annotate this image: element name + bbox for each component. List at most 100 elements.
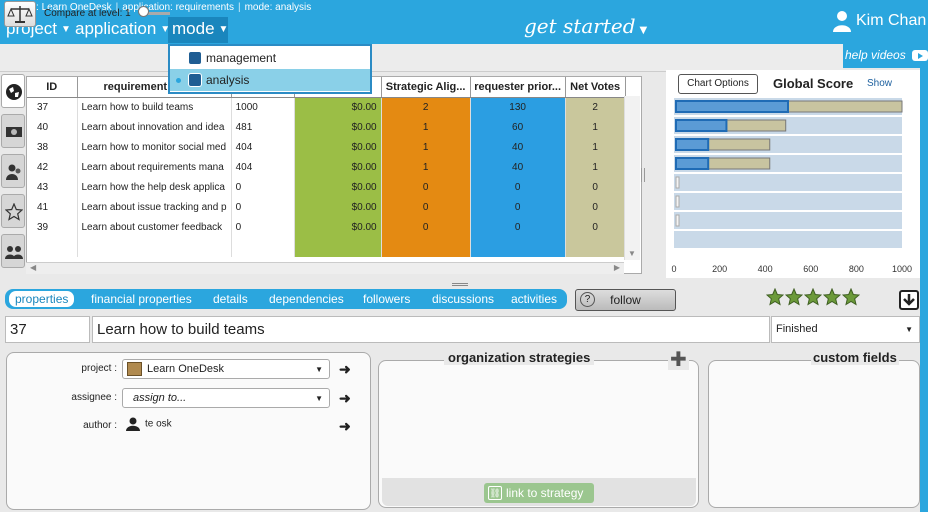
cell-strategic-alignment[interactable]: 1 [381,157,471,177]
go-to-assignee-icon[interactable]: ➜ [339,390,351,407]
cell-score[interactable]: 404 [231,157,295,177]
tab-followers[interactable]: followers [363,292,410,306]
cell-id[interactable]: 42 [27,157,78,177]
cell-cost[interactable]: $0.00 [294,97,382,117]
panel-splitter[interactable] [0,280,920,288]
go-to-author-icon[interactable]: ➜ [339,418,351,435]
cell-requirement[interactable]: Learn about innovation and idea [77,117,232,137]
table-row[interactable]: 38 Learn how to monitor social med 404 $0.0… [27,137,626,157]
cell-requester-priority[interactable]: 0 [470,197,566,217]
mode-option-management[interactable]: management [170,47,370,69]
cell-id[interactable]: 38 [27,137,78,157]
cell-strategic-alignment[interactable]: 1 [381,117,471,137]
cell-net-votes[interactable]: 0 [565,177,626,197]
assignee-select[interactable]: assign to... ▼ [122,388,330,408]
cell-net-votes[interactable]: 0 [565,217,626,237]
grid-resize-handle[interactable] [641,168,645,182]
splitter-grip-icon[interactable] [452,283,468,286]
star-icon[interactable] [822,287,842,309]
table-row[interactable]: 39 Learn about customer feedback 0 $0.00 0 0 0 [27,217,626,237]
status-select[interactable]: Finished ▼ [771,316,920,343]
scroll-left-icon[interactable]: ◀ [30,263,36,272]
table-row[interactable]: 43 Learn how the help desk applica 0 $0.00 0… [27,177,626,197]
cell-requester-priority[interactable]: 60 [470,117,566,137]
cell-net-votes[interactable]: 1 [565,157,626,177]
compare-button[interactable] [4,1,36,27]
cell-score[interactable]: 1000 [231,97,295,117]
cell-requirement[interactable]: Learn about requirements mana [77,157,232,177]
cell-score[interactable]: 0 [231,197,295,217]
column-header-strategic-alignment[interactable]: Strategic Alig... [381,77,471,98]
cell-id[interactable]: 40 [27,117,78,137]
cell-cost[interactable]: $0.00 [294,137,382,157]
chart-show-link[interactable]: Show [867,78,892,89]
cell-net-votes[interactable]: 2 [565,97,626,117]
star-icon[interactable] [803,287,823,309]
cell-id[interactable]: 39 [27,217,78,237]
cell-id[interactable]: 37 [27,97,78,117]
link-to-strategy-button[interactable]: ⛓ link to strategy [484,483,594,503]
grid-vertical-scrollbar[interactable]: ▼ [624,96,640,260]
chart-options-button[interactable]: Chart Options [678,74,758,94]
cell-requester-priority[interactable]: 40 [470,137,566,157]
tab-discussions[interactable]: discussions [432,292,494,306]
star-icon[interactable] [784,287,804,309]
cell-requirement[interactable]: Learn how the help desk applica [77,177,232,197]
mode-option-analysis[interactable]: analysis [170,69,370,91]
cell-strategic-alignment[interactable]: 2 [381,97,471,117]
get-started-menu[interactable]: get started ▼ [524,14,647,38]
cell-cost[interactable]: $0.00 [294,177,382,197]
cell-requester-priority[interactable]: 0 [470,177,566,197]
cell-cost[interactable]: $0.00 [294,117,382,137]
cell-id[interactable]: 41 [27,197,78,217]
cell-net-votes[interactable]: 0 [565,197,626,217]
left-tab-star[interactable] [1,194,25,228]
add-strategy-icon[interactable]: ✚ [668,350,689,370]
project-select[interactable]: Learn OneDesk ▼ [122,359,330,379]
cell-requirement[interactable]: Learn how to monitor social med [77,137,232,157]
cell-requirement[interactable]: Learn about issue tracking and p [77,197,232,217]
cell-requirement[interactable]: Learn how to build teams [77,97,232,117]
left-tab-group[interactable] [1,234,25,268]
tab-dependencies[interactable]: dependencies [269,292,344,306]
star-icon[interactable] [765,287,785,309]
star-icon[interactable] [841,287,861,309]
scroll-down-icon[interactable]: ▼ [628,249,636,258]
compare-level-slider-knob[interactable] [138,6,149,17]
cell-cost[interactable]: $0.00 [294,217,382,237]
nav-mode-menu[interactable]: mode ▼ [168,17,228,43]
cell-requester-priority[interactable]: 130 [470,97,566,117]
cell-score[interactable]: 404 [231,137,295,157]
tab-activities[interactable]: activities [511,292,557,306]
left-tab-globe[interactable] [1,74,25,108]
cell-requester-priority[interactable]: 0 [470,217,566,237]
nav-application-menu[interactable]: application ▼ [71,17,174,43]
cell-net-votes[interactable]: 1 [565,117,626,137]
breadcrumb-mode[interactable]: mode: analysis [245,2,312,13]
grid-horizontal-scrollbar[interactable]: ◀ ▶ [26,262,624,274]
cell-score[interactable]: 0 [231,217,295,237]
tab-details[interactable]: details [213,292,248,306]
left-tab-money[interactable] [1,114,25,148]
cell-score[interactable]: 481 [231,117,295,137]
left-tab-people[interactable] [1,154,25,188]
cell-cost[interactable]: $0.00 [294,197,382,217]
cell-id[interactable]: 43 [27,177,78,197]
tab-properties[interactable]: properties [9,291,75,307]
table-row[interactable]: 41 Learn about issue tracking and p 0 $0.00… [27,197,626,217]
cell-strategic-alignment[interactable]: 0 [381,217,471,237]
help-videos-link[interactable]: help videos [843,44,928,68]
table-row[interactable]: 42 Learn about requirements mana 404 $0.00 1… [27,157,626,177]
scroll-right-icon[interactable]: ▶ [614,263,620,272]
user-menu[interactable]: Kim Chan [832,10,926,32]
column-header-requester-priority[interactable]: requester prior... [470,77,566,98]
cell-net-votes[interactable]: 1 [565,137,626,157]
column-header-id[interactable]: ID [27,77,78,98]
cell-strategic-alignment[interactable]: 0 [381,177,471,197]
cell-cost[interactable]: $0.00 [294,157,382,177]
star-rating[interactable] [765,287,861,309]
table-row[interactable]: 37 Learn how to build teams 1000 $0.00 2 130 2 [27,97,626,117]
column-header-net-votes[interactable]: Net Votes [565,77,626,98]
cell-requirement[interactable]: Learn about customer feedback [77,217,232,237]
cell-requester-priority[interactable]: 40 [470,157,566,177]
